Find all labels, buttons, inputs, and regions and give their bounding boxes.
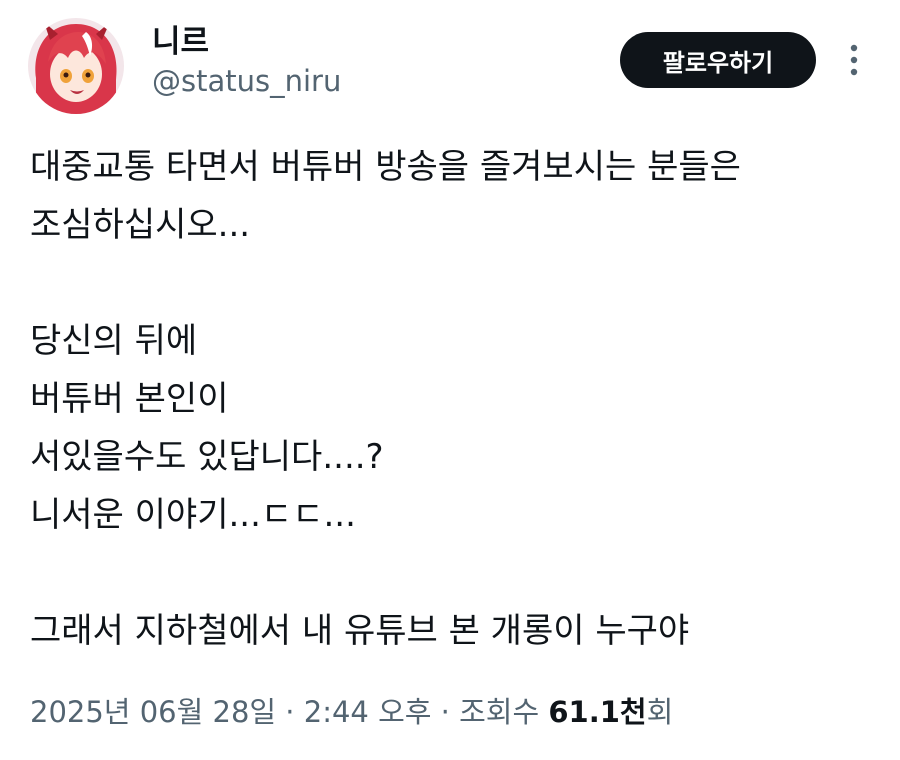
tweet-line: 그래서 지하철에서 내 유튜브 본 개롱이 누구야 (30, 611, 690, 651)
follow-button[interactable]: 팔로우하기 (620, 32, 816, 88)
tweet-line: 버튜버 본인이 (30, 379, 229, 419)
more-options-button[interactable] (836, 40, 872, 80)
timestamp-link[interactable]: 2025년 06월 28일 · 2:44 오후 (30, 695, 431, 729)
tweet-header: 니르 @status_niru 팔로우하기 (0, 0, 900, 130)
user-name-block: 니르 @status_niru (152, 22, 341, 100)
views-link[interactable]: 조회수 61.1천회 (459, 695, 673, 729)
tweet-line: 대중교통 타면서 버튜버 방송을 즐겨보시는 분들은 (30, 147, 741, 187)
tweet-line: 니서운 이야기...ㄷㄷ... (30, 495, 356, 535)
avatar-image (28, 18, 124, 114)
tweet-line: 당신의 뒤에 (30, 321, 198, 361)
tweet-line: 서있을수도 있답니다....? (30, 437, 384, 477)
tweet-text: 대중교통 타면서 버튜버 방송을 즐겨보시는 분들은 조심하십시오... 당신의… (30, 138, 880, 660)
views-suffix: 회 (646, 695, 674, 729)
tweet-line: 조심하십시오... (30, 205, 251, 245)
views-count: 61.1천 (548, 695, 647, 729)
tweet-meta: 2025년 06월 28일 · 2:44 오후 · 조회수 61.1천회 (30, 690, 673, 734)
views-prefix: 조회수 (459, 695, 549, 729)
more-vertical-icon (850, 44, 858, 76)
user-handle[interactable]: @status_niru (152, 62, 341, 100)
display-name[interactable]: 니르 (152, 22, 341, 62)
tweet-card: 니르 @status_niru 팔로우하기 대중교통 타면서 버튜버 방송을 즐… (0, 0, 900, 760)
avatar[interactable] (28, 18, 124, 114)
meta-separator: · (431, 695, 460, 729)
